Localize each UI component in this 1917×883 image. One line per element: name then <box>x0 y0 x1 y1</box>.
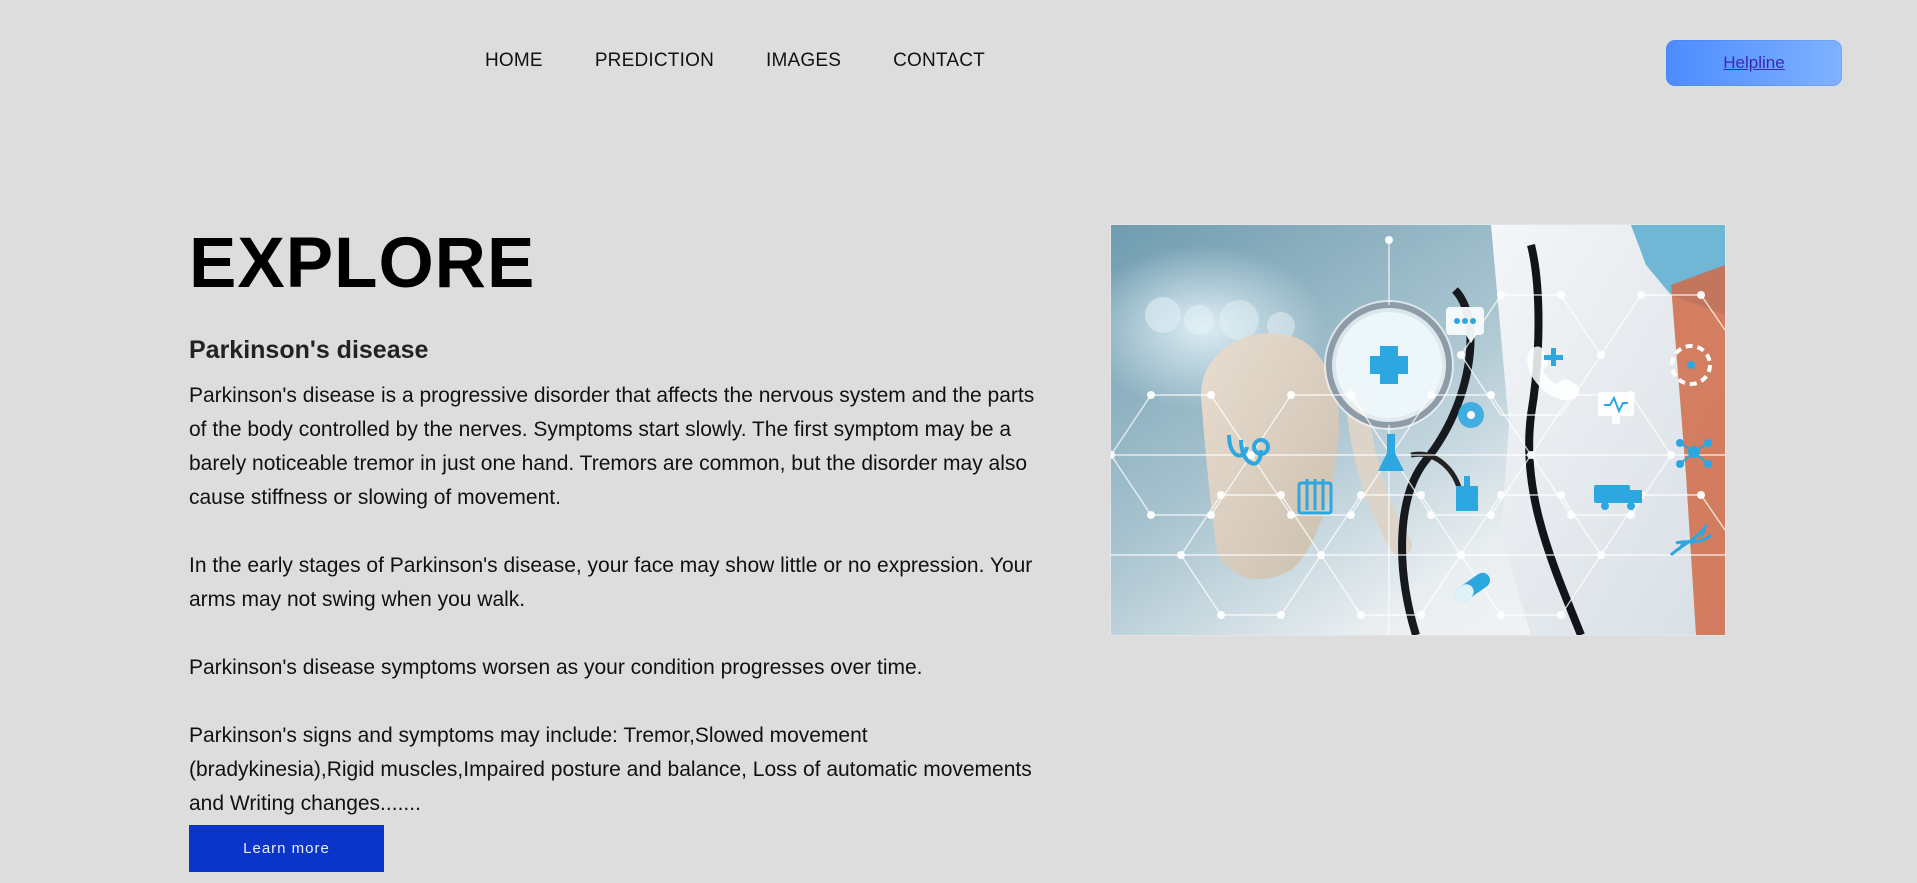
medical-illustration <box>1111 225 1725 635</box>
page-title: EXPLORE <box>189 224 536 303</box>
nav-home-link[interactable]: HOME <box>485 50 543 72</box>
nav-prediction-link[interactable]: PREDICTION <box>595 50 714 72</box>
description-copy: Parkinson's disease is a progressive dis… <box>189 379 1039 821</box>
hero-section: EXPLORE Parkinson's disease Parkinson's … <box>189 228 1039 821</box>
page: HOME PREDICTION IMAGES CONTACT Helpline … <box>0 0 1917 883</box>
circle-icon <box>1458 402 1484 428</box>
description-paragraph: Parkinson's disease symptoms worsen as y… <box>189 656 923 679</box>
description-paragraph: Parkinson's signs and symptoms may inclu… <box>189 724 1032 815</box>
medical-hero-image <box>1111 225 1725 635</box>
section-subtitle: Parkinson's disease <box>189 336 429 364</box>
nav-contact-link[interactable]: CONTACT <box>893 50 985 72</box>
helpline-button[interactable]: Helpline <box>1666 40 1842 86</box>
main-nav: HOME PREDICTION IMAGES CONTACT <box>485 50 985 72</box>
nav-images-link[interactable]: IMAGES <box>766 50 841 72</box>
description-paragraph: In the early stages of Parkinson's disea… <box>189 554 1033 611</box>
helpline-link[interactable]: Helpline <box>1723 53 1784 73</box>
learn-more-button[interactable]: Learn more <box>189 825 384 872</box>
description-paragraph: Parkinson's disease is a progressive dis… <box>189 384 1035 509</box>
